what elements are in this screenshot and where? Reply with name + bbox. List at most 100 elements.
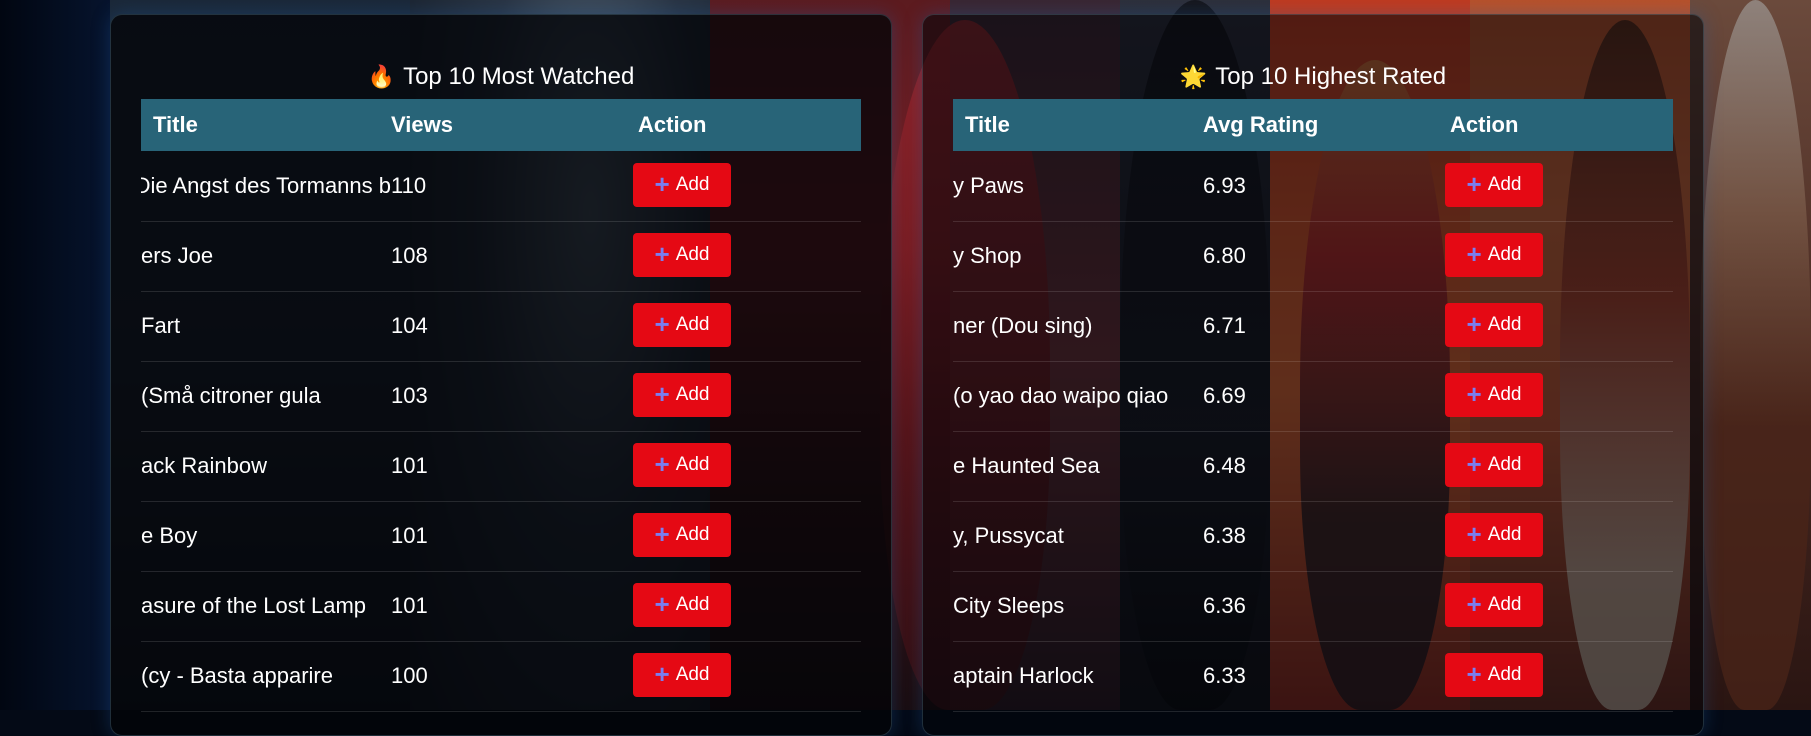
table-row: y Paws 6.93 + Add bbox=[953, 151, 1673, 222]
add-button-label: Add bbox=[1487, 454, 1522, 475]
view-count: 101 bbox=[391, 453, 428, 478]
add-button-label: Add bbox=[675, 244, 710, 265]
avg-rating: 6.93 bbox=[1203, 173, 1246, 198]
movie-title: y Paws bbox=[953, 173, 1024, 198]
plus-icon: + bbox=[1466, 379, 1482, 409]
plus-icon: + bbox=[1466, 589, 1482, 619]
table-row: y Shop 6.80 + Add bbox=[953, 221, 1673, 292]
add-button[interactable]: + Add bbox=[633, 233, 731, 277]
plus-icon: + bbox=[1466, 449, 1482, 479]
movie-title: Fart bbox=[141, 313, 181, 338]
add-button-label: Add bbox=[675, 174, 710, 195]
column-header-avg-rating: Avg Rating bbox=[1203, 112, 1319, 137]
add-button-label: Add bbox=[675, 454, 710, 475]
add-button-label: Add bbox=[675, 594, 710, 615]
plus-icon: + bbox=[654, 659, 670, 689]
fire-icon: 🔥 bbox=[367, 64, 396, 89]
add-button[interactable]: + Add bbox=[1445, 373, 1543, 417]
plus-icon: + bbox=[654, 449, 670, 479]
add-button-label: Add bbox=[675, 524, 710, 545]
table-header: Title Avg Rating Action bbox=[953, 99, 1673, 151]
add-button[interactable]: + Add bbox=[1445, 303, 1543, 347]
most-watched-panel: 🔥 Top 10 Most Watched Title Views Action … bbox=[110, 14, 892, 736]
plus-icon: + bbox=[654, 589, 670, 619]
avg-rating: 6.48 bbox=[1203, 453, 1246, 478]
avg-rating: 6.38 bbox=[1203, 523, 1246, 548]
movie-title: Små citroner gula) bbox=[141, 383, 321, 408]
plus-icon: + bbox=[654, 239, 670, 269]
view-count: 101 bbox=[391, 593, 428, 618]
view-count: 110 bbox=[391, 173, 427, 198]
add-button-label: Add bbox=[1487, 384, 1522, 405]
table-row: City Sleeps 6.36 + Add bbox=[953, 571, 1673, 642]
add-button[interactable]: + Add bbox=[633, 303, 731, 347]
table-row: Fart 104 + Add bbox=[141, 291, 861, 362]
avg-rating: 6.69 bbox=[1203, 383, 1246, 408]
table-row: e Haunted Sea 6.48 + Add bbox=[953, 431, 1673, 502]
movie-title: y, Pussycat bbox=[953, 523, 1064, 548]
avg-rating: 6.71 bbox=[1203, 313, 1246, 338]
add-button-label: Add bbox=[1487, 664, 1522, 685]
movie-title: aptain Harlock bbox=[953, 663, 1094, 688]
movie-title: Die Angst des Tormanns b bbox=[141, 173, 391, 198]
view-count: 108 bbox=[391, 243, 428, 268]
add-button[interactable]: + Add bbox=[1445, 583, 1543, 627]
avg-rating: 6.36 bbox=[1203, 593, 1246, 618]
plus-icon: + bbox=[654, 519, 670, 549]
column-header-action: Action bbox=[638, 112, 707, 137]
add-button-label: Add bbox=[1487, 174, 1522, 195]
add-button[interactable]: + Add bbox=[1445, 513, 1543, 557]
column-header-title: Title bbox=[153, 112, 198, 137]
movie-title: cy - Basta apparire) bbox=[141, 663, 333, 688]
add-button-label: Add bbox=[675, 384, 710, 405]
plus-icon: + bbox=[1466, 309, 1482, 339]
movie-title: e Haunted Sea bbox=[953, 453, 1100, 478]
table-header: Title Views Action bbox=[141, 99, 861, 151]
view-count: 104 bbox=[391, 313, 428, 338]
plus-icon: + bbox=[654, 309, 670, 339]
plus-icon: + bbox=[1466, 659, 1482, 689]
highest-rated-title: Top 10 Highest Rated bbox=[1215, 63, 1447, 90]
add-button[interactable]: + Add bbox=[633, 583, 731, 627]
avg-rating: 6.33 bbox=[1203, 663, 1246, 688]
plus-icon: + bbox=[1466, 239, 1482, 269]
table-row: ack Rainbow 101 + Add bbox=[141, 431, 861, 502]
add-button[interactable]: + Add bbox=[633, 513, 731, 557]
view-count: 100 bbox=[391, 663, 428, 688]
view-count: 103 bbox=[391, 383, 428, 408]
table-row: aptain Harlock 6.33 + Add bbox=[953, 641, 1673, 712]
add-button-label: Add bbox=[1487, 244, 1522, 265]
column-header-views: Views bbox=[391, 112, 453, 137]
table-row: asure of the Lost Lamp 101 + Add bbox=[141, 571, 861, 642]
add-button[interactable]: + Add bbox=[633, 163, 731, 207]
plus-icon: + bbox=[654, 379, 670, 409]
movie-title: e Boy bbox=[141, 523, 198, 548]
table-row: ers Joe 108 + Add bbox=[141, 221, 861, 292]
add-button-label: Add bbox=[675, 314, 710, 335]
glowing-star-icon: 🌟 bbox=[1179, 64, 1208, 89]
most-watched-heading: 🔥 Top 10 Most Watched bbox=[111, 62, 891, 92]
add-button[interactable]: + Add bbox=[1445, 443, 1543, 487]
add-button[interactable]: + Add bbox=[633, 443, 731, 487]
highest-rated-table: Title Avg Rating Action y Paws 6.93 + Add y … bbox=[953, 99, 1673, 735]
movie-title: y Shop bbox=[953, 243, 1022, 268]
column-header-title: Title bbox=[965, 112, 1010, 137]
highest-rated-panel: 🌟 Top 10 Highest Rated Title Avg Rating A… bbox=[922, 14, 1704, 736]
movie-title: City Sleeps bbox=[953, 593, 1065, 618]
highest-rated-heading: 🌟 Top 10 Highest Rated bbox=[923, 62, 1703, 92]
add-button[interactable]: + Add bbox=[633, 373, 731, 417]
table-row: o yao dao waipo qiao) 6.69 + Add bbox=[953, 361, 1673, 432]
movie-title: ack Rainbow bbox=[141, 453, 267, 478]
add-button[interactable]: + Add bbox=[1445, 233, 1543, 277]
add-button-label: Add bbox=[1487, 314, 1522, 335]
table-row: cy - Basta apparire) 100 + Add bbox=[141, 641, 861, 712]
plus-icon: + bbox=[1466, 519, 1482, 549]
plus-icon: + bbox=[654, 169, 670, 199]
avg-rating: 6.80 bbox=[1203, 243, 1246, 268]
add-button[interactable]: + Add bbox=[1445, 163, 1543, 207]
add-button[interactable]: + Add bbox=[633, 653, 731, 697]
table-row: Små citroner gula) 103 + Add bbox=[141, 361, 861, 432]
add-button-label: Add bbox=[675, 664, 710, 685]
add-button[interactable]: + Add bbox=[1445, 653, 1543, 697]
view-count: 101 bbox=[391, 523, 428, 548]
